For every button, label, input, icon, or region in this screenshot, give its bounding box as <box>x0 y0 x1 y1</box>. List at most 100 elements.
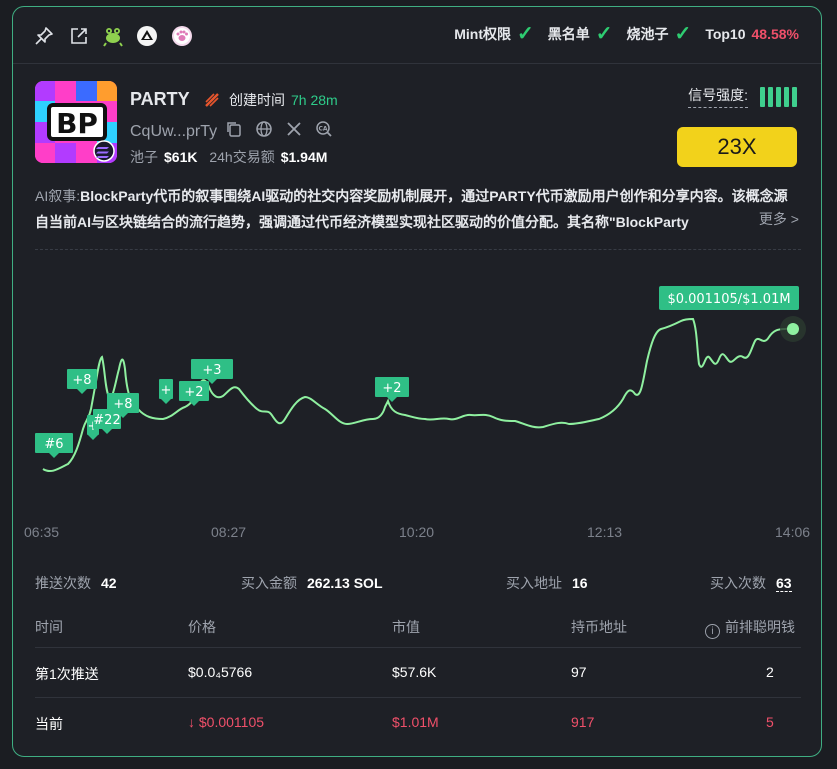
metric-value: 262.13 SOL <box>307 575 383 591</box>
x-tick-label: 08:27 <box>211 524 247 540</box>
signal-bars <box>760 86 797 107</box>
push-tag: + <box>159 379 173 404</box>
row-holders: 97 <box>571 664 587 680</box>
metric-value: 63 <box>776 575 792 592</box>
address-row: CqUw...prTy CA <box>130 120 333 143</box>
row-mcap: $57.6K <box>392 664 437 680</box>
push-count: 推送次数 42 <box>35 573 117 593</box>
x-tick-label: 12:13 <box>587 524 623 540</box>
push-tag-label: +2 <box>184 385 203 400</box>
check-mint-authority: Mint权限 ✓ <box>454 24 534 44</box>
column-header: 价格 <box>188 619 216 635</box>
signal-label: 信号强度: <box>688 85 748 108</box>
column-header: 时间 <box>35 619 63 635</box>
push-tag: +2 <box>375 377 409 402</box>
column-header: 市值 <box>392 619 420 635</box>
triangle-logo-icon[interactable] <box>136 25 158 47</box>
table-row: 第1次推送 $0.0₄5766 $57.6K 97 2 <box>35 647 801 696</box>
push-tag-label: + <box>161 383 172 398</box>
check-label: 烧池子 <box>626 26 669 42</box>
push-tag: +3 <box>191 359 233 384</box>
external-link-icon[interactable] <box>68 25 90 47</box>
search-ca-icon[interactable]: CA <box>315 120 333 143</box>
row-time: 当前 <box>35 716 63 732</box>
row-mcap: $1.01M <box>392 714 439 730</box>
row-time: 第1次推送 <box>35 666 99 682</box>
narrative-text: BlockParty代币的叙事围绕AI驱动的社交内容奖励机制展开，通过PARTY… <box>35 188 788 230</box>
buy-count: 买入次数 63 <box>710 573 792 593</box>
pin-icon[interactable] <box>33 25 55 47</box>
info-icon[interactable]: i <box>705 624 720 639</box>
check-icon: ✓ <box>517 23 534 45</box>
created-time: 创建时间 7h 28m <box>203 90 338 110</box>
contract-address[interactable]: CqUw...prTy <box>130 123 217 141</box>
push-tag-label: +2 <box>382 381 401 396</box>
current-point <box>787 323 799 335</box>
copy-icon[interactable] <box>225 120 243 143</box>
check-icon: ✓ <box>674 23 692 45</box>
push-tag: +2 <box>179 381 209 406</box>
metric-label: 买入地址 <box>506 575 562 591</box>
pool-value: $61K <box>164 149 198 165</box>
smart-money-header: i 前排聪明钱 <box>705 617 795 639</box>
push-tag-label: +8 <box>72 373 91 388</box>
security-checks: Mint权限 ✓ 黑名单 ✓ 烧池子 ✓ Top10 48.58% <box>440 24 799 44</box>
signal-bar <box>784 86 789 107</box>
column-header: 持币地址 <box>571 619 627 635</box>
check-burn-pool: 烧池子 ✓ <box>627 24 692 44</box>
push-tag-label: +8 <box>113 397 132 412</box>
top10-holding: Top10 48.58% <box>705 26 799 42</box>
token-name: PARTY <box>130 89 190 109</box>
x-tick-label: 06:35 <box>24 524 60 540</box>
launchpad-icon <box>205 93 219 107</box>
x-twitter-icon[interactable] <box>285 120 303 143</box>
column-header: 前排聪明钱 <box>725 619 795 635</box>
check-icon: ✓ <box>595 23 613 45</box>
push-tag-label: #22 <box>93 413 120 428</box>
created-value: 7h 28m <box>291 92 338 108</box>
token-card: Mint权限 ✓ 黑名单 ✓ 烧池子 ✓ Top10 48.58% BP PAR… <box>12 6 822 757</box>
pool-label: 池子 <box>130 149 158 165</box>
push-tag: #6 <box>35 433 73 458</box>
table-row: 当前 ↓ $0.001105 $1.01M 917 5 <box>35 697 801 746</box>
pool-volume-stats: 池子 $61K 24h交易额 $1.94M <box>130 147 335 167</box>
current-price-tag: $0.001105/$1.01M <box>659 286 799 310</box>
buy-amount: 买入金额 262.13 SOL <box>241 573 383 593</box>
top10-value: 48.58% <box>751 26 799 42</box>
price-line <box>42 317 794 473</box>
metric-value: 42 <box>101 575 117 591</box>
current-price-label: $0.001105/$1.01M <box>667 292 790 307</box>
row-smart-money: 2 <box>766 664 774 680</box>
multiplier-badge: 23X <box>677 127 797 167</box>
more-link[interactable]: 更多 > <box>750 209 799 229</box>
metric-label: 买入次数 <box>710 575 766 591</box>
push-tag-label: #6 <box>44 437 63 452</box>
push-tag: +8 <box>67 369 97 394</box>
top-toolbar: Mint权限 ✓ 黑名单 ✓ 烧池子 ✓ Top10 48.58% <box>13 7 821 64</box>
signal-bar <box>792 86 797 107</box>
row-holders: 917 <box>571 714 595 730</box>
frog-icon[interactable] <box>102 25 124 47</box>
top10-label: Top10 <box>705 26 746 42</box>
x-tick-label: 14:06 <box>775 524 811 540</box>
check-blacklist: 黑名单 ✓ <box>548 24 613 44</box>
divider <box>35 249 801 250</box>
check-label: Mint权限 <box>454 26 512 42</box>
signal-bar <box>776 86 781 107</box>
signal-bar <box>760 86 765 107</box>
row-price: $0.0₄5766 <box>188 664 253 680</box>
metric-label: 推送次数 <box>35 575 91 591</box>
signal-strength: 信号强度: <box>688 85 797 108</box>
push-tag-label: +3 <box>202 363 221 378</box>
buy-addresses: 买入地址 16 <box>506 573 588 593</box>
signal-bar <box>768 86 773 107</box>
paw-icon[interactable] <box>171 25 193 47</box>
website-globe-icon[interactable] <box>255 120 273 143</box>
row-smart-money: 5 <box>766 714 774 730</box>
created-label: 创建时间 <box>229 92 285 108</box>
check-label: 黑名单 <box>547 26 590 42</box>
narrative-label: AI叙事: <box>35 188 81 204</box>
volume-label: 24h交易额 <box>209 149 275 165</box>
x-tick-label: 10:20 <box>399 524 435 540</box>
volume-value: $1.94M <box>280 149 328 165</box>
